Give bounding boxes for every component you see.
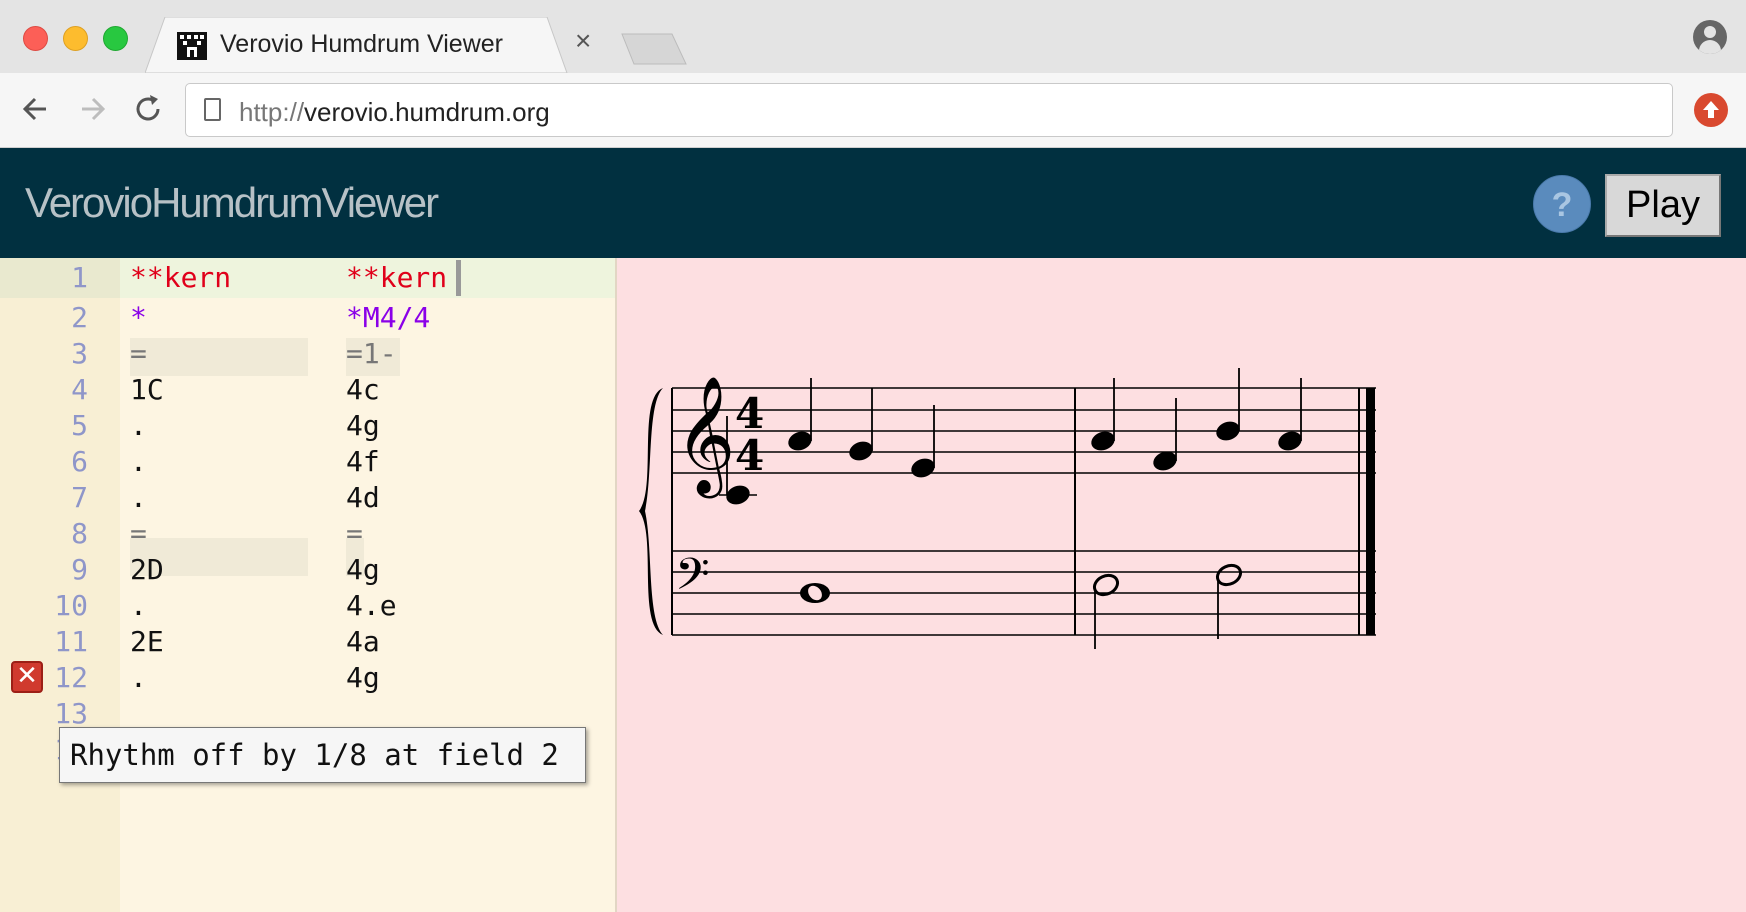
spine-2-token[interactable]: 4f <box>346 442 380 482</box>
code-line[interactable]: 8 = = <box>0 514 616 554</box>
time-sig-bottom: 4 <box>735 431 764 480</box>
new-tab-button[interactable] <box>620 30 690 66</box>
url-text[interactable]: http://verovio.humdrum.org <box>239 97 550 128</box>
line-number: 5 <box>71 409 88 442</box>
line-number: 7 <box>71 481 88 514</box>
line-number: 9 <box>71 553 88 586</box>
close-window-button[interactable] <box>23 26 48 51</box>
browser-tab-active[interactable]: Verovio Humdrum Viewer × <box>145 17 623 73</box>
extension-upload-icon[interactable] <box>1694 93 1728 127</box>
spine-1-token[interactable]: . <box>130 406 147 446</box>
spine-2-token[interactable]: 4g <box>346 550 380 590</box>
bass-staff <box>672 550 1376 636</box>
minimize-window-button[interactable] <box>63 26 88 51</box>
maximize-window-button[interactable] <box>103 26 128 51</box>
spine-2-token[interactable]: =1- <box>346 334 397 374</box>
back-arrow-icon[interactable] <box>16 89 56 129</box>
spine-1-token[interactable]: = <box>130 334 147 374</box>
code-line[interactable]: 10. 4.e <box>0 586 616 626</box>
line-number: 11 <box>54 625 88 658</box>
tab-title: Verovio Humdrum Viewer <box>220 30 503 58</box>
code-line[interactable]: 4 1C 4c <box>0 370 616 410</box>
verovio-favicon-icon <box>177 32 207 60</box>
page-icon <box>204 98 221 121</box>
url-host: verovio.humdrum.org <box>304 97 550 127</box>
note-d4 <box>911 458 935 478</box>
spine-2-token[interactable]: = <box>346 514 363 554</box>
spine-1-token[interactable]: 2D <box>130 550 164 590</box>
browser-toolbar: http://verovio.humdrum.org <box>0 73 1746 148</box>
note-a4 <box>1216 421 1240 441</box>
notation-panel[interactable]: 𝄞 𝄢 4 4 <box>617 258 1746 912</box>
line-number: 3 <box>71 337 88 370</box>
forward-arrow-icon[interactable] <box>72 89 112 129</box>
tab-close-icon[interactable]: × <box>575 27 591 55</box>
spine-2-token[interactable]: *M4/4 <box>346 298 430 338</box>
note-g4 <box>1278 431 1302 451</box>
note-g4 <box>1091 431 1115 451</box>
spine-1-token[interactable]: = <box>130 514 147 554</box>
browser-tabstrip: Verovio Humdrum Viewer × <box>0 0 1746 73</box>
code-line[interactable]: 9 2D 4g <box>0 550 616 590</box>
spine-1-token[interactable]: . <box>130 442 147 482</box>
line-number: 6 <box>71 445 88 478</box>
code-line[interactable]: 5. 4g <box>0 406 616 446</box>
spine-2-token[interactable]: 4c <box>346 370 380 410</box>
code-line[interactable]: 11 2E 4a <box>0 622 616 662</box>
bass-clef: 𝄢 <box>675 548 710 611</box>
final-barline-thick <box>1366 388 1375 635</box>
code-line[interactable]: 7. 4d <box>0 478 616 518</box>
note-f4 <box>849 441 873 461</box>
error-tooltip: Rhythm off by 1/8 at field 2 <box>59 727 586 783</box>
play-button[interactable]: Play <box>1605 174 1721 237</box>
error-icon[interactable]: ✕ <box>11 661 43 693</box>
spine-2-token[interactable]: 4d <box>346 478 380 518</box>
spine-1-token[interactable]: . <box>130 478 147 518</box>
code-line[interactable]: 3 = =1- <box>0 334 616 374</box>
code-line[interactable]: 6. 4f <box>0 442 616 482</box>
brace <box>639 388 663 635</box>
code-line[interactable]: 12. 4g <box>0 658 616 698</box>
note-g4 <box>788 431 812 451</box>
spine-1-token[interactable]: **kern <box>130 258 231 298</box>
code-line[interactable]: 1 **kern **kern <box>0 258 616 298</box>
app-title: VerovioHumdrumViewer <box>25 179 439 226</box>
line-number: 4 <box>71 373 88 406</box>
line-number: 10 <box>54 589 88 622</box>
spine-1-token[interactable]: 2E <box>130 622 164 662</box>
help-button[interactable]: ? <box>1533 175 1591 233</box>
url-scheme: http:// <box>239 97 305 127</box>
app-header: VerovioHumdrumViewer ? Play <box>0 148 1746 258</box>
spine-1-token[interactable]: . <box>130 658 147 698</box>
reload-icon[interactable] <box>128 89 168 129</box>
spine-2-token[interactable]: **kern <box>346 258 447 298</box>
spine-2-token[interactable]: 4.e <box>346 586 397 626</box>
spine-1-token[interactable]: 1C <box>130 370 164 410</box>
line-number: 8 <box>71 517 88 550</box>
spine-2-token[interactable]: 4g <box>346 406 380 446</box>
humdrum-editor[interactable]: 1 **kern **kern 2 * *M4/4 3 = =1- 4 1C 4c 5. 4g 6. 4f 7.… <box>0 258 616 912</box>
treble-staff <box>672 387 1376 474</box>
address-bar[interactable]: http://verovio.humdrum.org <box>185 83 1673 137</box>
spine-1-token[interactable]: . <box>130 586 147 626</box>
spine-2-token[interactable]: 4g <box>346 658 380 698</box>
profile-icon[interactable] <box>1693 20 1727 54</box>
line-number: 2 <box>71 301 88 334</box>
spine-2-token[interactable]: 4a <box>346 622 380 662</box>
code-line[interactable]: 2 * *M4/4 <box>0 298 616 338</box>
spine-1-token[interactable]: * <box>130 298 147 338</box>
music-score: 𝄞 𝄢 4 4 <box>639 368 1376 649</box>
line-number: 1 <box>71 261 88 294</box>
